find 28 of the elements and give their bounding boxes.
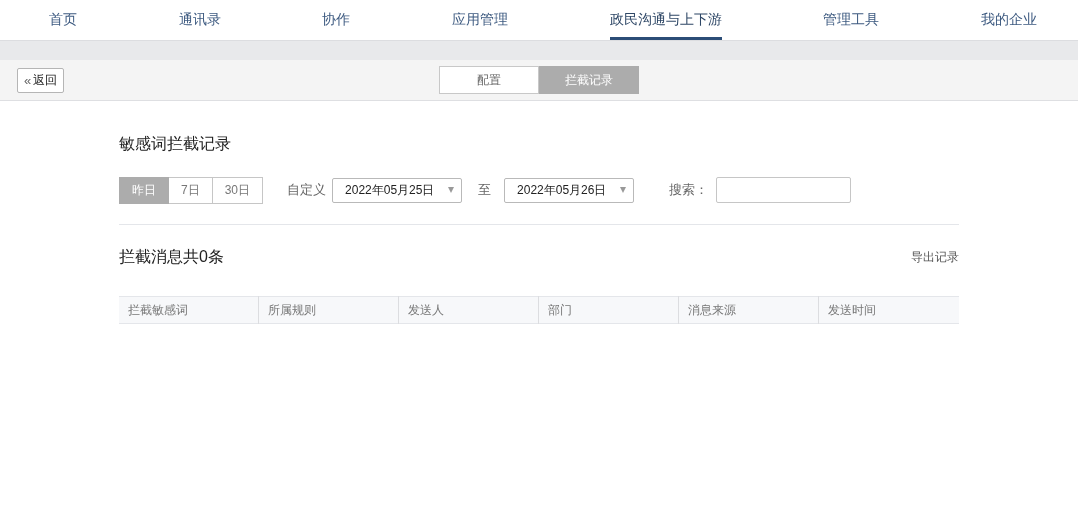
column-header: 发送人 — [398, 296, 539, 324]
nav-tab[interactable]: 应用管理 — [451, 0, 508, 40]
segment-tab[interactable]: 配置 — [439, 66, 539, 94]
field-label: 至 — [478, 181, 492, 199]
export-link[interactable]: 导出记录 — [911, 249, 959, 266]
nav-tab[interactable]: 首页 — [49, 0, 77, 40]
caret-icon — [448, 187, 455, 193]
date-dropdown[interactable]: 2022年05月26日 — [504, 177, 635, 203]
double-chevron-icon: « — [24, 72, 32, 88]
column-header: 消息来源 — [678, 296, 819, 324]
record-count: 拦截消息共0条 — [119, 247, 224, 267]
nav-tab[interactable]: 通讯录 — [178, 0, 221, 40]
column-header: 发送时间 — [818, 296, 959, 324]
range-option[interactable]: 30日 — [212, 176, 264, 204]
field-label: 自定义 — [287, 181, 327, 199]
column-header: 拦截敏感词 — [119, 296, 259, 324]
back-button[interactable]: «返回 — [17, 67, 65, 93]
nav-tab[interactable]: 协作 — [322, 0, 351, 40]
nav-tab[interactable]: 我的企业 — [980, 0, 1037, 40]
caret-icon — [620, 187, 627, 193]
column-header: 部门 — [538, 296, 679, 324]
nav-tab[interactable]: 管理工具 — [823, 0, 880, 40]
field-label: 搜索： — [669, 181, 709, 199]
range-option[interactable]: 7日 — [169, 176, 213, 204]
column-header: 所属规则 — [259, 296, 399, 324]
date-dropdown[interactable]: 2022年05月25日 — [332, 177, 463, 203]
search-field[interactable] — [716, 177, 852, 203]
section-title: 敏感词拦截记录 — [119, 134, 232, 154]
